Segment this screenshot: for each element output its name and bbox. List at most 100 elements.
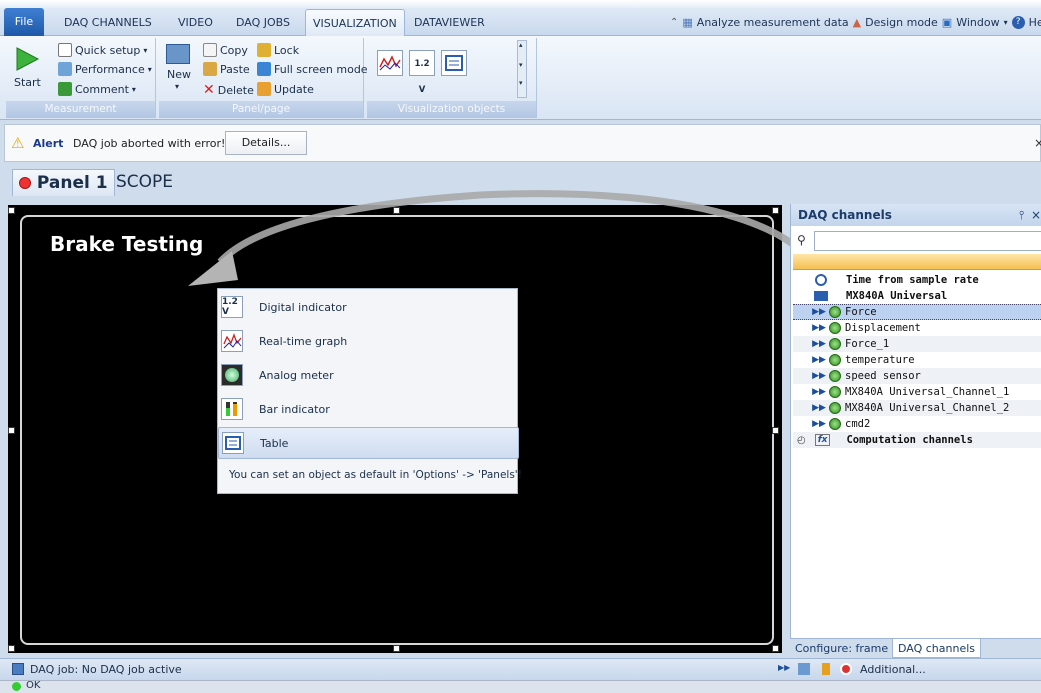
tab-daq-channels-panel[interactable]: DAQ channels [892, 639, 982, 658]
close-icon[interactable]: × [1031, 204, 1041, 226]
expand-icon[interactable]: ▶▶ [812, 307, 826, 317]
tab-visualization[interactable]: VISUALIZATION [305, 9, 405, 36]
expand-icon[interactable]: ▶▶ [812, 403, 826, 413]
channel-status-icon [829, 306, 841, 318]
quick-setup-button[interactable]: Quick setup ▾ [58, 43, 147, 57]
alert-title: Alert [33, 137, 64, 150]
expand-icon[interactable]: ▶▶ [812, 387, 826, 397]
expand-icon[interactable]: ▶▶ [812, 371, 826, 381]
resize-handle[interactable] [393, 207, 400, 214]
channel-row[interactable]: ▶▶ Displacement [793, 320, 1041, 336]
vis-realtime-graph-button[interactable] [377, 50, 403, 76]
gallery-scrollbar[interactable]: ▴ ▾ ▾ [517, 40, 527, 98]
tab-configure-frame[interactable]: Configure: frame [790, 639, 893, 658]
channel-label: Force [845, 306, 877, 318]
tab-video[interactable]: VIDEO [178, 9, 213, 36]
comment-button[interactable]: Comment ▾ [58, 82, 136, 96]
vis-table-button[interactable] [441, 50, 467, 76]
resize-handle[interactable] [8, 427, 15, 434]
channel-row[interactable]: MX840A Universal [793, 288, 1041, 304]
resize-handle[interactable] [772, 207, 779, 214]
channel-status-icon [829, 386, 841, 398]
tab-dataviewer[interactable]: DATAVIEWER [414, 9, 485, 36]
resize-handle[interactable] [8, 207, 15, 214]
performance-label: Performance [75, 62, 145, 76]
menu-item-table[interactable]: Table [218, 427, 519, 459]
details-button[interactable]: Details... [225, 131, 307, 155]
quick-setup-label: Quick setup [75, 43, 141, 57]
resize-handle[interactable] [393, 645, 400, 652]
channel-row[interactable]: ▶▶ cmd2 [793, 416, 1041, 432]
channel-row[interactable]: ▶▶ Force [793, 304, 1041, 320]
menu-item-analog-meter[interactable]: Analog meter [218, 359, 519, 391]
channel-row[interactable]: ▶▶ MX840A Universal_Channel_2 [793, 400, 1041, 416]
analyze-measurement-button[interactable]: Analyze measurement data [697, 16, 849, 29]
channel-row[interactable]: ◴ fx Computation channels [793, 432, 1041, 448]
channel-row[interactable]: Time from sample rate [793, 272, 1041, 288]
tab-scope[interactable]: SCOPE [116, 169, 173, 196]
menu-item-bar-indicator[interactable]: Bar indicator [218, 393, 519, 425]
expand-icon[interactable]: ▶▶ [812, 323, 826, 333]
resize-handle[interactable] [8, 645, 15, 652]
delete-label: Delete [217, 83, 254, 97]
channel-label: Time from sample rate [846, 274, 979, 286]
start-button[interactable]: Start [10, 44, 44, 94]
update-button[interactable]: Update [257, 82, 314, 96]
file-tab[interactable]: File [4, 8, 44, 36]
collapse-icon[interactable]: ⌃ [670, 17, 678, 28]
channel-row[interactable]: ▶▶ Force_1 [793, 336, 1041, 352]
tab-daq-jobs[interactable]: DAQ JOBS [236, 9, 290, 36]
expand-icon[interactable]: ▶▶ [812, 355, 826, 365]
digital-indicator-icon: 1.2 V [221, 296, 243, 318]
help-icon: ? [1011, 16, 1025, 29]
new-button[interactable]: New ▾ [163, 42, 193, 96]
full-screen-button[interactable]: Full screen mode [257, 62, 368, 76]
table-icon [222, 432, 244, 454]
quick-setup-icon [58, 43, 72, 57]
vis-digital-indicator-button[interactable]: 1.2 V [409, 50, 435, 95]
delete-button[interactable]: ✕ Delete [203, 82, 254, 98]
channel-row[interactable]: ▶▶ MX840A Universal_Channel_1 [793, 384, 1041, 400]
menu-item-realtime-graph[interactable]: Real-time graph [218, 325, 519, 357]
pin-icon[interactable]: ⫯ [1019, 204, 1024, 226]
channel-label: cmd2 [845, 418, 871, 430]
resize-handle[interactable] [772, 645, 779, 652]
table-icon [445, 55, 463, 71]
help-button[interactable]: Help [1029, 16, 1041, 29]
channel-label: Computation channels [846, 434, 973, 446]
comment-icon [58, 82, 72, 96]
design-mode-button[interactable]: Design mode [865, 16, 938, 29]
channel-label: speed sensor [845, 370, 921, 382]
additional-button[interactable]: Additional... [860, 663, 926, 676]
channel-row[interactable]: ▶▶ temperature [793, 352, 1041, 368]
expand-status-icon[interactable]: ▶▶ [778, 663, 790, 672]
channel-search-input[interactable] [814, 231, 1041, 251]
tab-daq-channels[interactable]: DAQ CHANNELS [64, 9, 152, 36]
channel-status-icon [829, 338, 841, 350]
expand-icon[interactable]: ▶▶ [812, 419, 826, 429]
function-icon: fx [814, 434, 831, 446]
resize-handle[interactable] [772, 427, 779, 434]
window-menu[interactable]: Window [956, 16, 999, 29]
expand-icon[interactable]: ▶▶ [812, 339, 826, 349]
canvas-title: Brake Testing [50, 232, 204, 256]
expand-icon[interactable]: ◴ [797, 435, 806, 446]
channel-row[interactable]: ▶▶ speed sensor [793, 368, 1041, 384]
tab-panel-1[interactable]: Panel 1 [12, 169, 115, 196]
battery-icon [822, 663, 830, 675]
copy-button[interactable]: Copy [203, 43, 248, 57]
performance-button[interactable]: Performance ▾ [58, 62, 152, 76]
menu-item-label: Analog meter [259, 368, 334, 382]
lock-button[interactable]: Lock [257, 43, 299, 57]
paste-button[interactable]: Paste [203, 62, 250, 76]
channel-status-icon [829, 354, 841, 366]
side-bottom-tabs: Configure: frame DAQ channels [790, 638, 1041, 658]
lock-label: Lock [274, 43, 300, 57]
menu-item-label: Digital indicator [259, 300, 347, 314]
group-label-panel-page: Panel/page [159, 101, 363, 118]
chevron-down-icon: ▾ [147, 64, 152, 74]
close-icon[interactable]: × [1034, 136, 1041, 150]
menu-item-digital-indicator[interactable]: 1.2 V Digital indicator [218, 291, 519, 323]
channel-label: Force_1 [845, 338, 890, 350]
title-strip [0, 0, 1041, 8]
